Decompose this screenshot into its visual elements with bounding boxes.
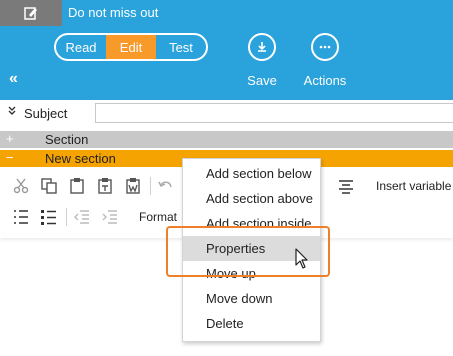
chevron-down-double-icon[interactable] [7, 106, 17, 119]
undo-icon[interactable] [157, 177, 175, 195]
actions-button[interactable]: Actions [295, 33, 355, 88]
actions-label: Actions [303, 73, 347, 88]
subject-input[interactable] [95, 103, 453, 123]
collapse-sidebar-button[interactable]: « [9, 70, 18, 88]
bulleted-list-icon[interactable] [40, 208, 58, 226]
menu-item-add-section-above[interactable]: Add section above [183, 186, 320, 211]
save-button[interactable]: Save [232, 33, 292, 88]
paste-icon[interactable] [68, 177, 86, 195]
collapse-icon[interactable]: − [6, 150, 14, 165]
subject-label: Subject [24, 106, 68, 121]
app-header: Do not miss out Read Edit Test « Save Ac… [0, 0, 453, 100]
outdent-icon[interactable] [73, 208, 91, 226]
download-icon [248, 33, 276, 61]
save-label: Save [247, 73, 277, 88]
align-center-icon[interactable] [337, 177, 355, 195]
mode-edit-button[interactable]: Edit [106, 35, 156, 59]
new-section-label: New section [45, 151, 116, 166]
title-bar: Do not miss out [0, 0, 453, 26]
mode-read-button[interactable]: Read [56, 35, 106, 59]
cut-icon[interactable] [12, 177, 30, 195]
section-label: Section [45, 132, 89, 147]
insert-variable-button[interactable]: Insert variable [376, 179, 451, 193]
format-dropdown[interactable]: Format [139, 210, 177, 224]
numbered-list-icon[interactable] [12, 208, 30, 226]
menu-item-move-down[interactable]: Move down [183, 286, 320, 311]
menu-item-add-section-inside[interactable]: Add section inside [183, 211, 320, 236]
section-row[interactable]: + Section [0, 131, 453, 148]
paste-text-icon[interactable] [96, 177, 114, 195]
toolbar-divider [66, 208, 67, 226]
toolbar-divider [150, 177, 151, 195]
mode-test-button[interactable]: Test [156, 35, 206, 59]
subject-row: Subject [0, 100, 453, 128]
menu-item-delete[interactable]: Delete [183, 311, 320, 336]
document-title: Do not miss out [68, 5, 159, 20]
edit-document-icon[interactable] [0, 0, 62, 26]
paste-word-icon[interactable] [124, 177, 142, 195]
menu-item-add-section-below[interactable]: Add section below [183, 161, 320, 186]
mode-toggle: Read Edit Test [54, 33, 208, 61]
expand-icon[interactable]: + [6, 131, 14, 146]
copy-icon[interactable] [40, 177, 58, 195]
indent-icon[interactable] [101, 208, 119, 226]
more-icon [311, 33, 339, 61]
mouse-pointer-icon [295, 248, 309, 275]
